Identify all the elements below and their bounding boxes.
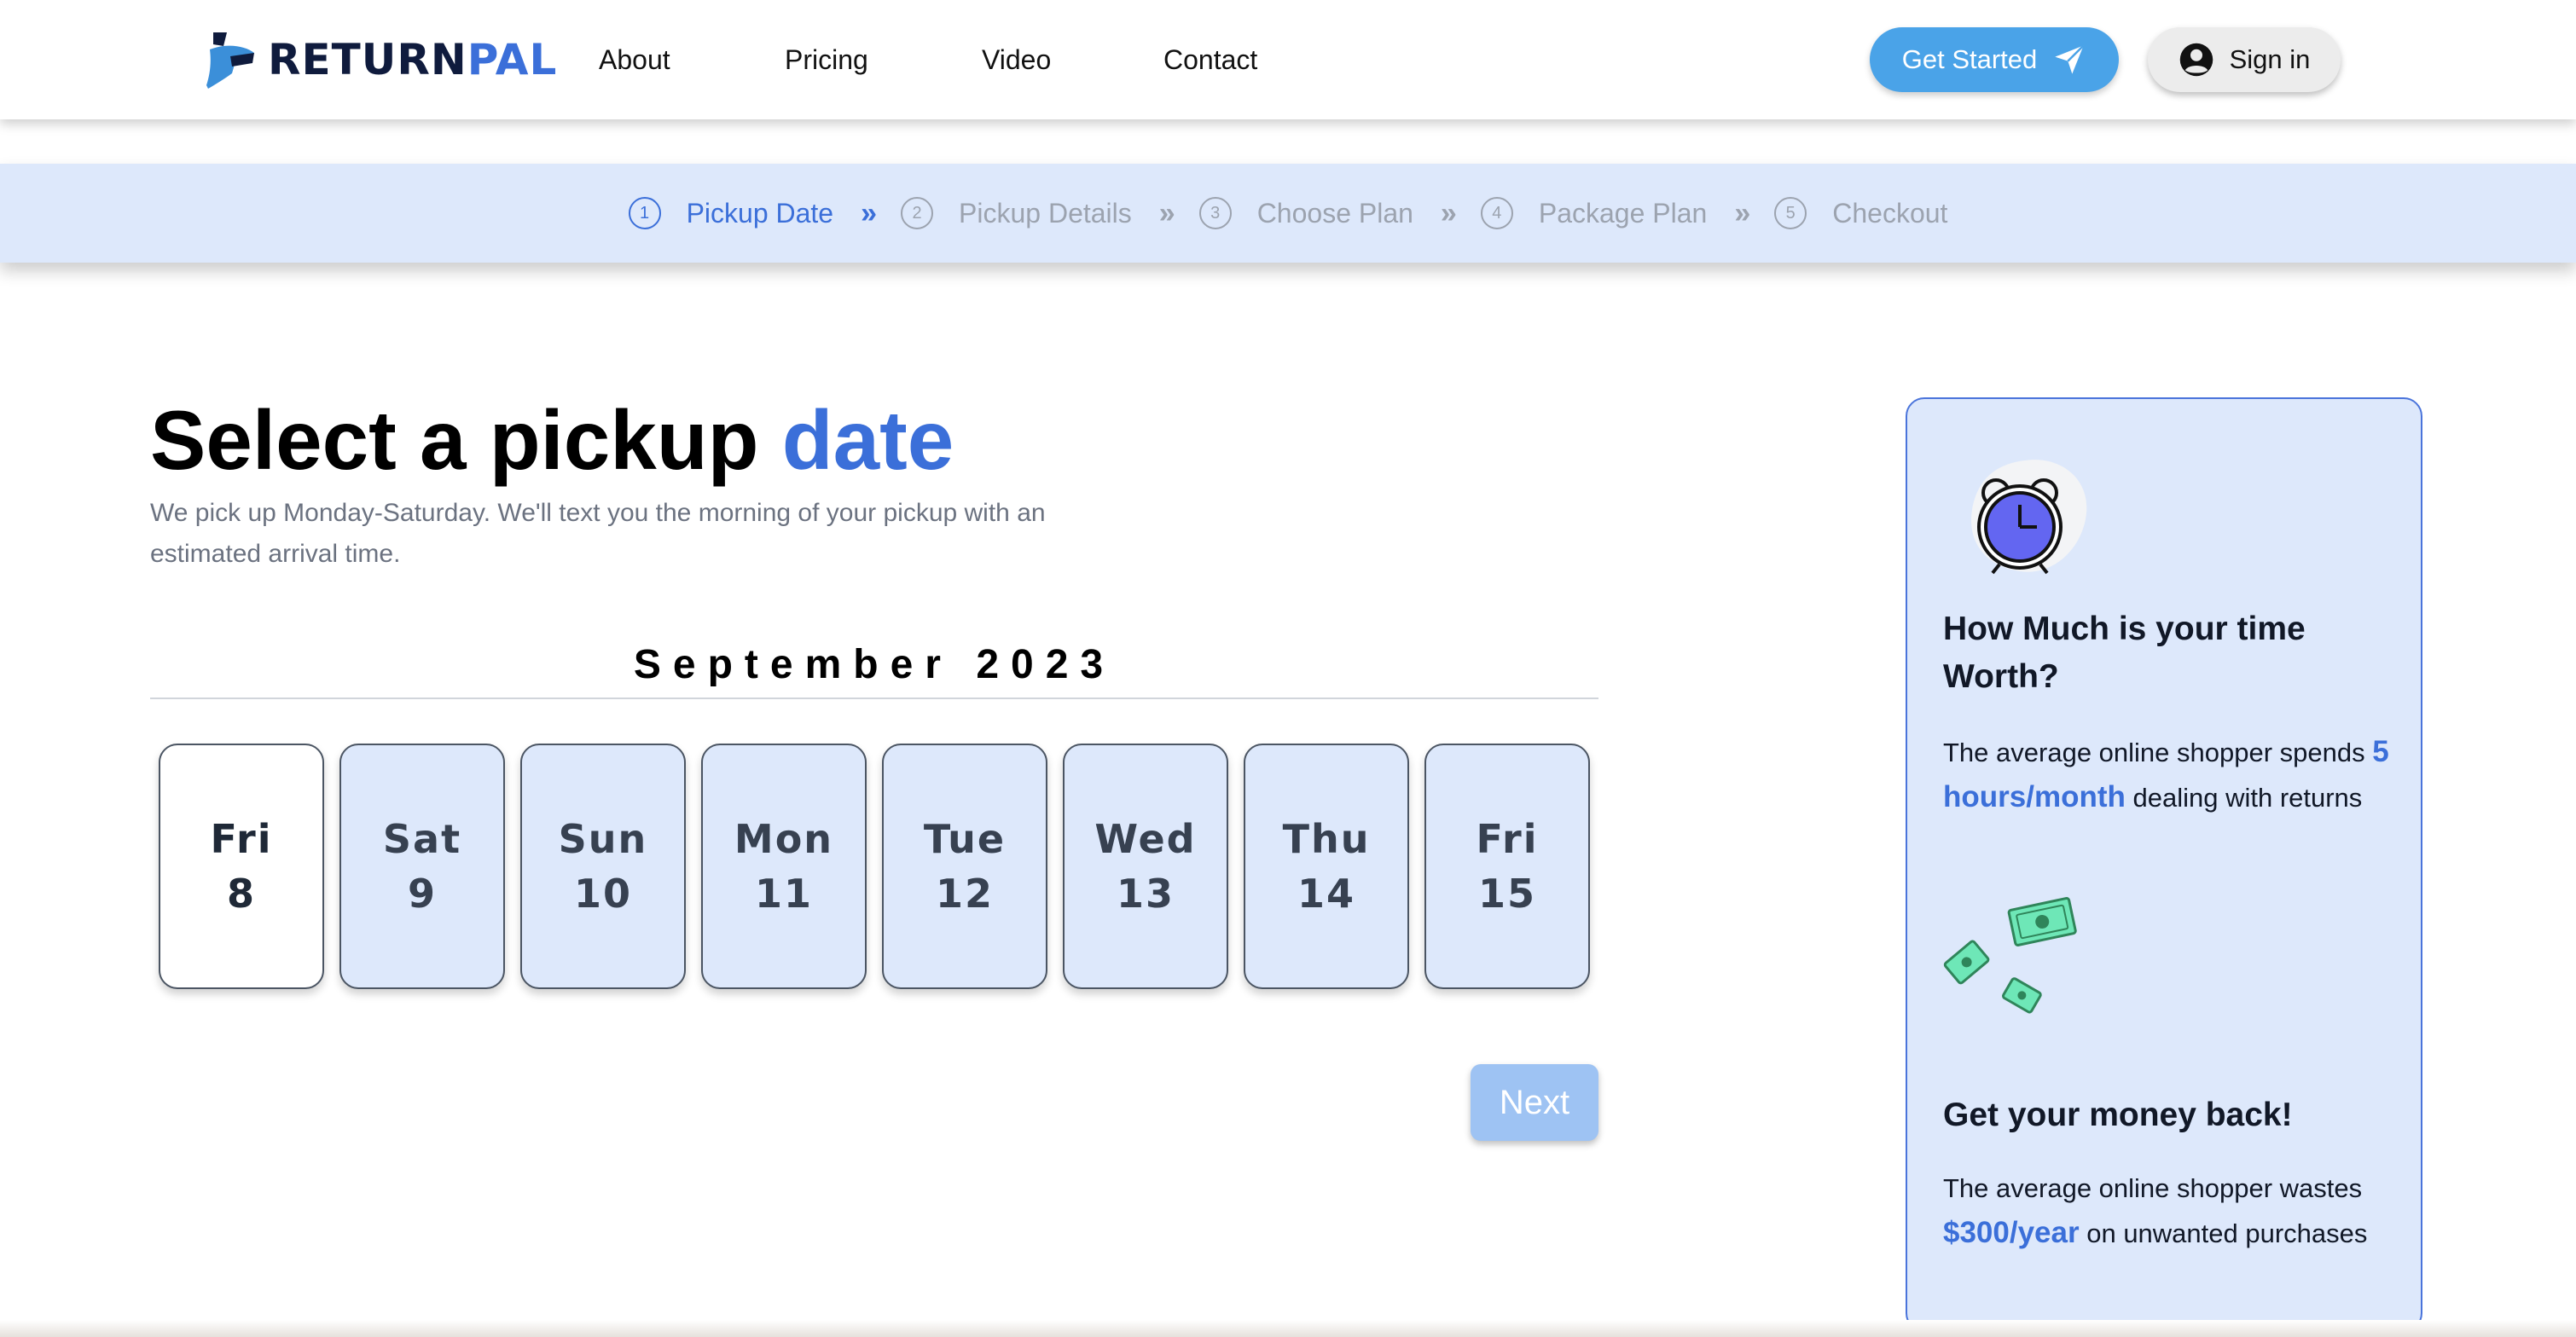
- sign-in-button[interactable]: Sign in: [2148, 27, 2341, 92]
- date-day: 9: [407, 871, 437, 917]
- step-label: Choose Plan: [1256, 197, 1413, 229]
- date-weekday: Sun: [558, 816, 648, 862]
- date-card-sat-9[interactable]: Sat 9: [339, 744, 505, 989]
- nav-pricing-link[interactable]: Pricing: [785, 41, 868, 78]
- date-weekday: Fri: [1476, 816, 1539, 862]
- date-card-mon-11[interactable]: Mon 11: [701, 744, 867, 989]
- nav-contact-link[interactable]: Contact: [1163, 41, 1257, 78]
- step-number: 2: [901, 197, 934, 229]
- step-checkout[interactable]: 5 Checkout: [1774, 197, 1947, 229]
- step-choose-plan[interactable]: 3 Choose Plan: [1198, 197, 1413, 229]
- time-worth-text: The average online shopper spends 5 hour…: [1943, 730, 2404, 820]
- date-weekday: Mon: [734, 816, 834, 862]
- date-weekday: Thu: [1282, 816, 1371, 862]
- step-label: Pickup Date: [686, 197, 834, 229]
- step-pickup-date[interactable]: 1 Pickup Date: [628, 197, 834, 229]
- date-card-fri-15[interactable]: Fri 15: [1424, 744, 1590, 989]
- text-segment: The average online shopper spends: [1943, 738, 2373, 767]
- top-nav: RETURNPAL About Pricing Video Contact Ge…: [0, 0, 2576, 119]
- date-day: 8: [226, 871, 256, 917]
- send-icon: [2055, 44, 2085, 74]
- nav-video-link[interactable]: Video: [982, 41, 1051, 78]
- chevron-double-right-icon: »: [1734, 196, 1750, 229]
- chevron-double-right-icon: »: [1440, 196, 1457, 229]
- divider: [150, 697, 1598, 699]
- date-day: 14: [1297, 871, 1355, 917]
- nav-about-link[interactable]: About: [599, 41, 670, 78]
- money-back-title: Get your money back!: [1943, 1097, 2293, 1133]
- sign-in-label: Sign in: [2229, 44, 2311, 74]
- step-package-plan[interactable]: 4 Package Plan: [1480, 197, 1708, 229]
- date-weekday: Tue: [923, 816, 1007, 862]
- user-circle-icon: [2179, 43, 2213, 77]
- step-label: Checkout: [1832, 197, 1948, 229]
- date-day: 12: [935, 871, 994, 917]
- step-label: Pickup Details: [959, 197, 1132, 229]
- alarm-clock-icon: [1965, 454, 2093, 586]
- returnpal-logo-icon: [206, 32, 254, 89]
- chevron-double-right-icon: »: [861, 196, 877, 229]
- window-edge: [0, 1320, 2576, 1337]
- logo[interactable]: RETURNPAL: [201, 29, 557, 90]
- step-number: 5: [1774, 197, 1807, 229]
- time-worth-title: How Much is your time Worth?: [1943, 611, 2306, 695]
- date-card-wed-13[interactable]: Wed 13: [1063, 744, 1228, 989]
- info-card: How Much is your time Worth? The average…: [1906, 397, 2422, 1332]
- checkout-stepper: 1 Pickup Date » 2 Pickup Details » 3 Cho…: [0, 164, 2576, 263]
- date-card-tue-12[interactable]: Tue 12: [882, 744, 1047, 989]
- date-day: 10: [573, 871, 632, 917]
- page-subtitle: We pick up Monday-Saturday. We'll text y…: [150, 499, 1046, 568]
- date-card-sun-10[interactable]: Sun 10: [520, 744, 686, 989]
- date-card-fri-8[interactable]: Fri 8: [159, 744, 324, 989]
- money-icon: [1941, 895, 2095, 1027]
- page-title-accent: date: [781, 393, 954, 487]
- step-pickup-details[interactable]: 2 Pickup Details: [901, 197, 1132, 229]
- money-back-text: The average online shopper wastes $300/y…: [1943, 1166, 2404, 1256]
- text-segment: on unwanted purchases: [2079, 1218, 2368, 1248]
- chevron-double-right-icon: »: [1158, 196, 1175, 229]
- get-started-button[interactable]: Get Started: [1870, 27, 2119, 92]
- next-button[interactable]: Next: [1471, 1064, 1598, 1141]
- date-card-thu-14[interactable]: Thu 14: [1244, 744, 1409, 989]
- page-title: Select a pickup date: [150, 389, 954, 491]
- page-title-prefix: Select a pickup: [150, 393, 782, 487]
- text-segment: dealing with returns: [2125, 783, 2363, 813]
- step-label: Package Plan: [1538, 197, 1708, 229]
- step-number: 4: [1480, 197, 1513, 229]
- date-weekday: Sat: [382, 816, 462, 862]
- step-number: 1: [628, 197, 661, 229]
- step-number: 3: [1198, 197, 1232, 229]
- page: RETURNPAL About Pricing Video Contact Ge…: [0, 0, 2576, 1337]
- logo-text: RETURNPAL: [268, 35, 558, 84]
- date-day: 15: [1477, 871, 1536, 917]
- month-label: September 2023: [633, 642, 1116, 687]
- date-weekday: Wed: [1094, 816, 1197, 862]
- date-day: 11: [754, 871, 813, 917]
- date-day: 13: [1116, 871, 1175, 917]
- highlight-amount: $300/year: [1943, 1216, 2080, 1249]
- get-started-label: Get Started: [1901, 44, 2038, 74]
- text-segment: The average online shopper wastes: [1943, 1173, 2363, 1203]
- date-weekday: Fri: [210, 816, 273, 862]
